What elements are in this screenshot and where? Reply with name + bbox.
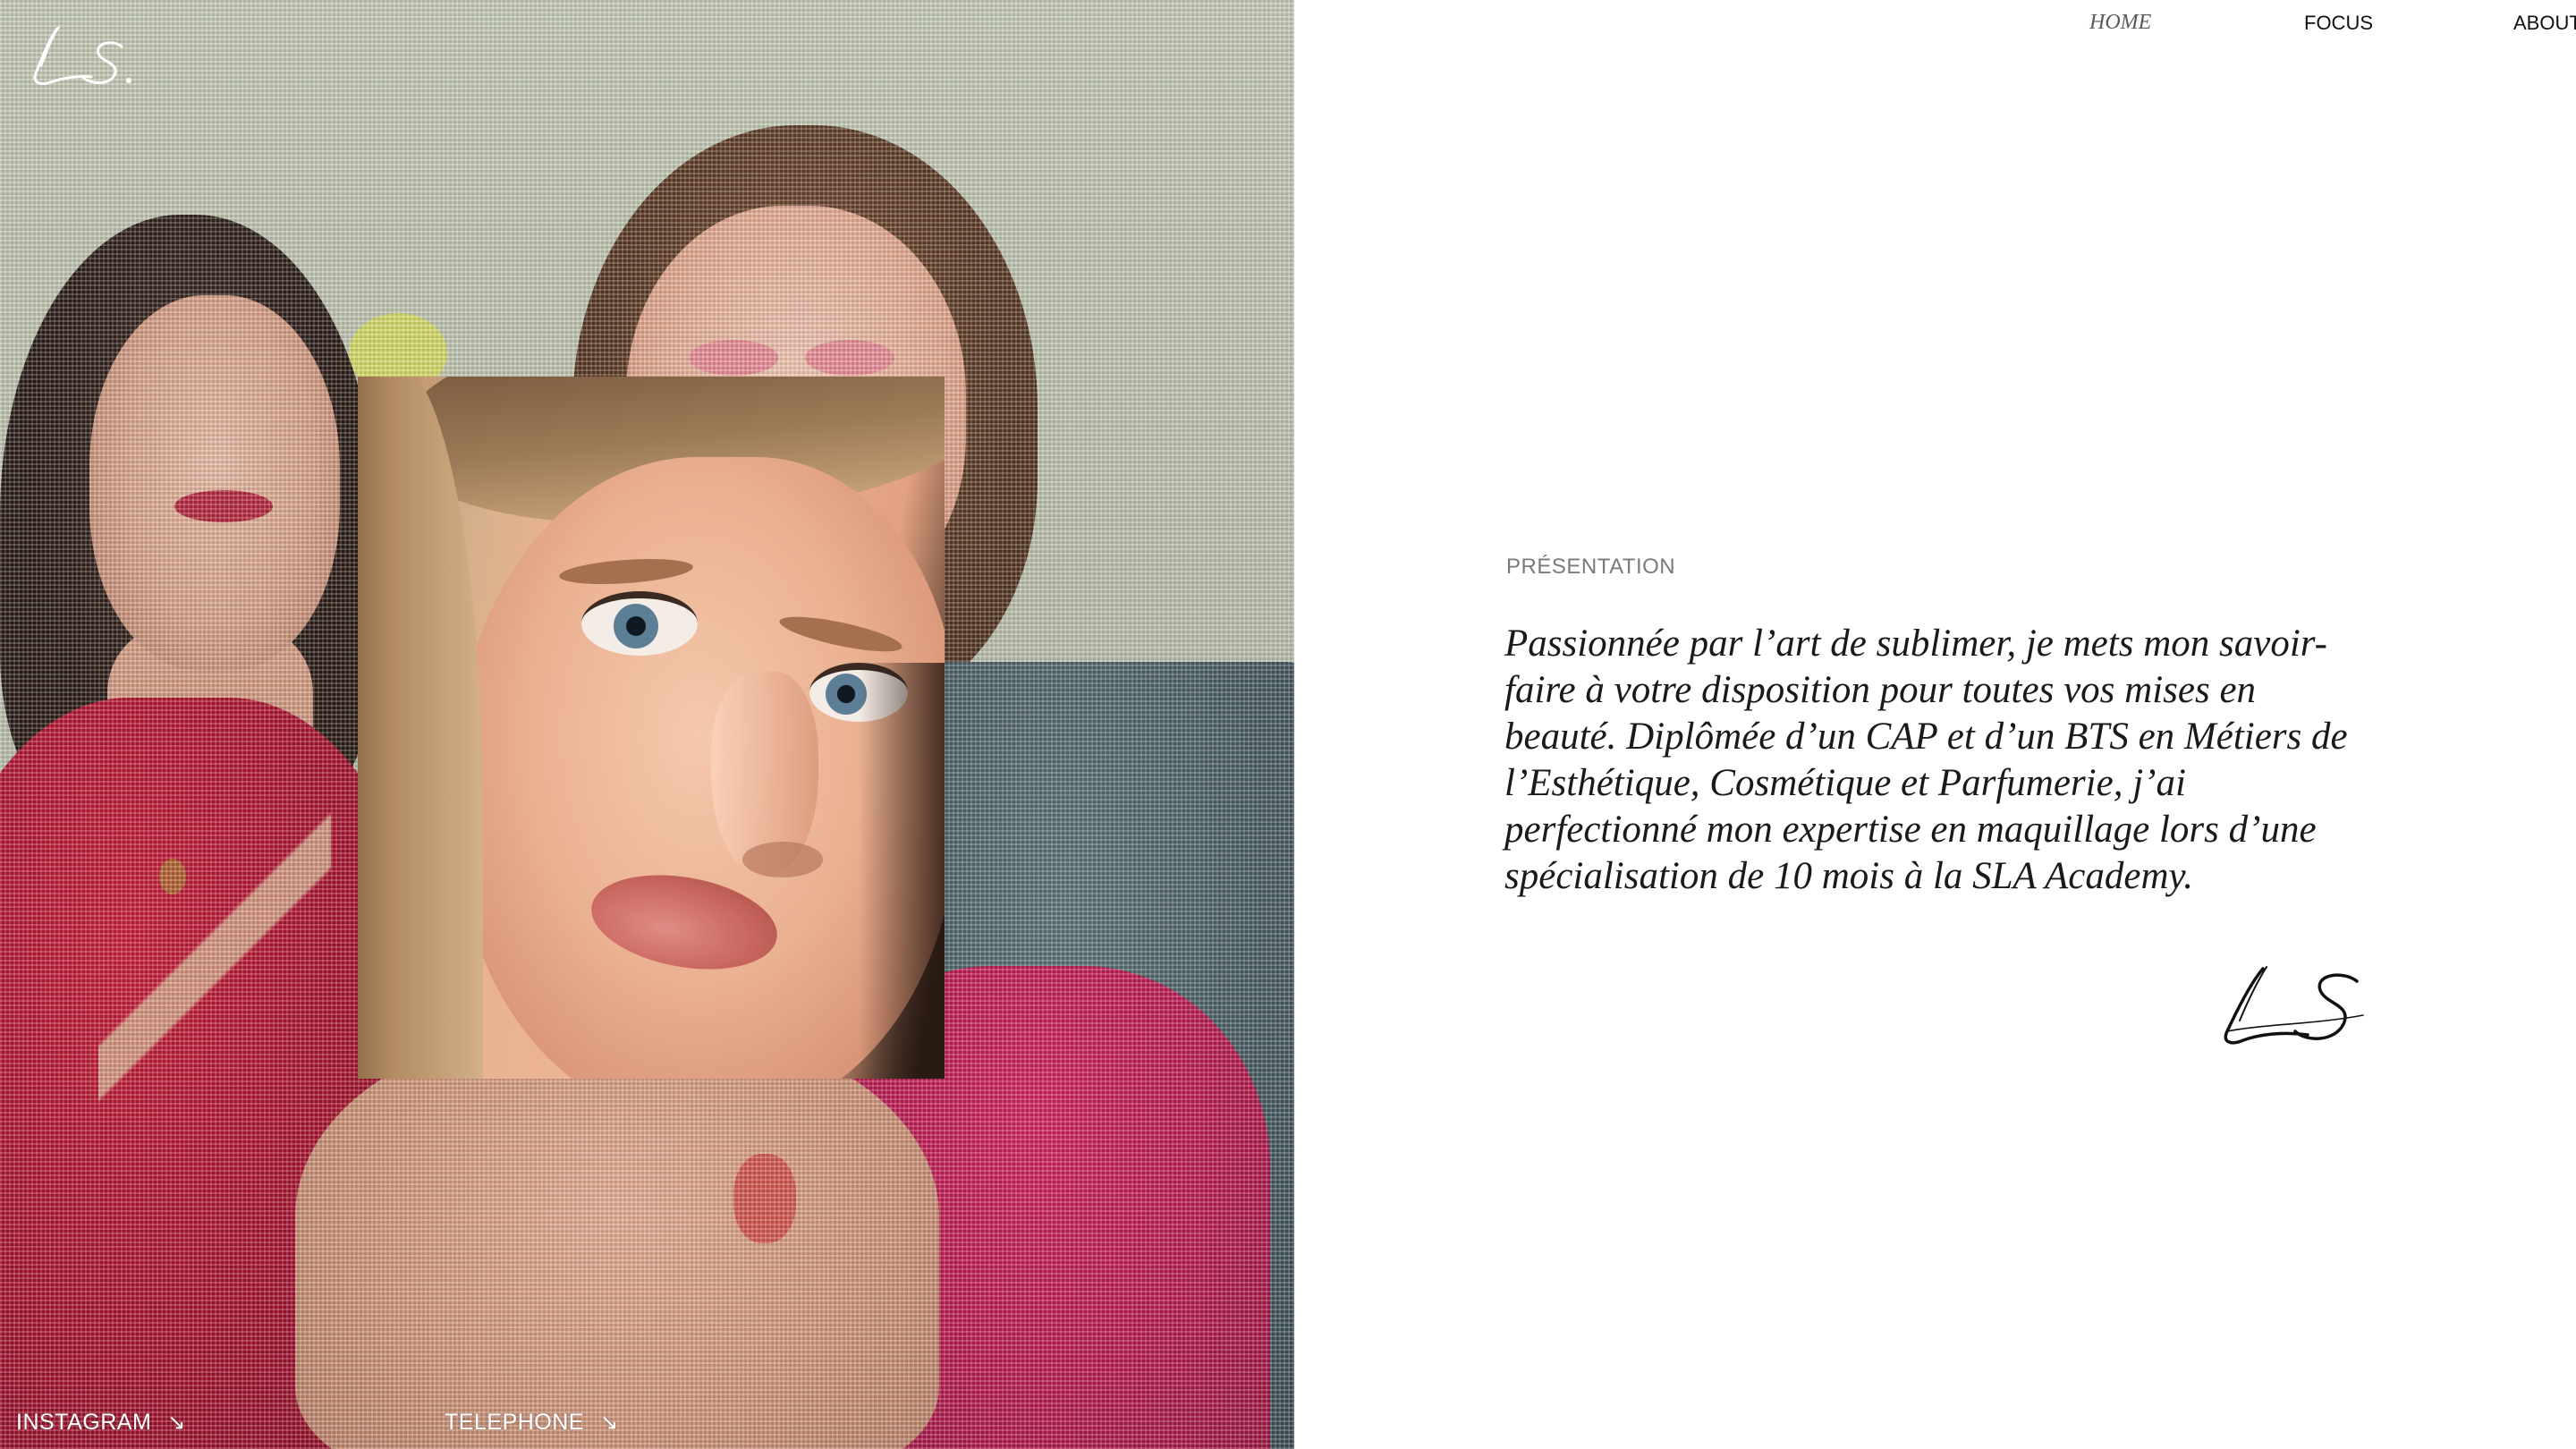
arrow-down-right-icon: ↘	[167, 1411, 186, 1435]
hero-image-panel: INSTAGRAM ↘ TELEPHONE ↘	[0, 0, 1294, 1449]
instagram-link-label: INSTAGRAM	[16, 1410, 152, 1435]
logo-signature-icon	[33, 26, 131, 86]
nav-about-link[interactable]: ABOUT	[2513, 12, 2576, 35]
telephone-link-label: TELEPHONE	[445, 1410, 584, 1435]
instagram-link[interactable]: INSTAGRAM ↘	[16, 1410, 186, 1436]
section-label: PRÉSENTATION	[1506, 555, 1676, 579]
presentation-paragraph: Passionnée par l’art de sublimer, je met…	[1504, 623, 2348, 897]
logo[interactable]	[23, 20, 140, 93]
signature-icon	[2224, 966, 2364, 1045]
portrait-closeup-photo	[358, 377, 945, 1079]
nav-home-link[interactable]: HOME	[2089, 11, 2151, 35]
telephone-link[interactable]: TELEPHONE ↘	[445, 1410, 619, 1436]
nav-focus-link[interactable]: FOCUS	[2304, 12, 2373, 35]
arrow-down-right-icon: ↘	[599, 1411, 619, 1435]
signature	[2209, 962, 2370, 1051]
